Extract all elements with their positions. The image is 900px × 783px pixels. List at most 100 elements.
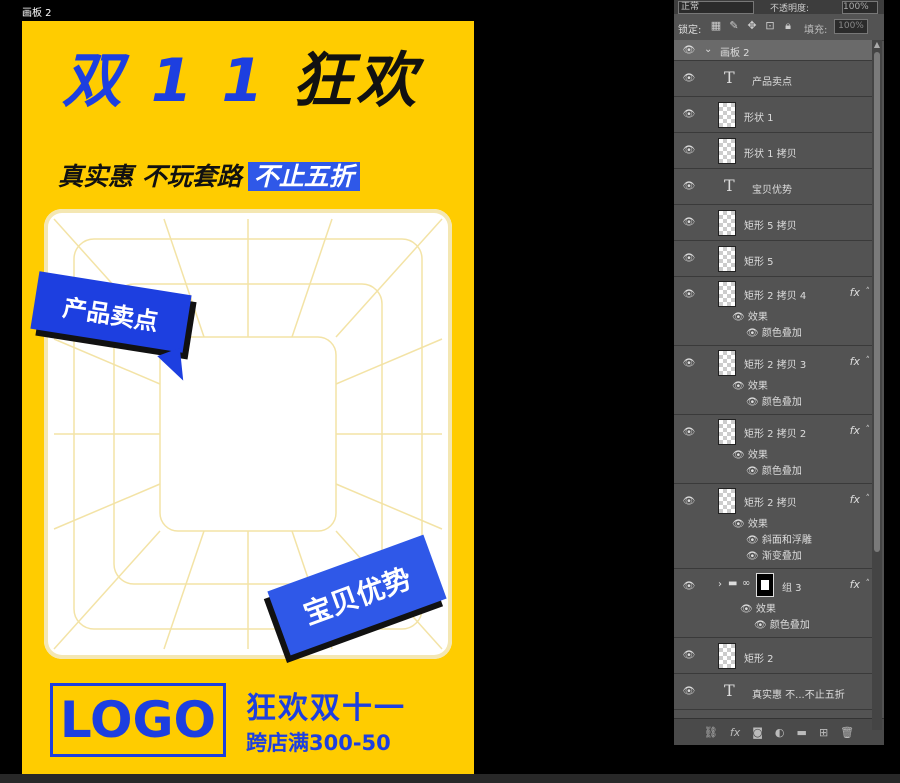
effect-eye-icon[interactable]: 👁︎ xyxy=(732,450,745,461)
layer-row-shape-fx[interactable]: 👁︎ 矩形 2 拷贝 2 fx ˄ 👁︎ 效果 👁︎ 颜色叠加 xyxy=(674,415,872,484)
effect-item[interactable]: 👁︎ 斜面和浮雕 xyxy=(746,531,812,546)
effects-label: 👁︎ 效果 xyxy=(732,519,768,530)
layers-panel: 正常 不透明度: 100% 锁定: ▦ ✎ ✥ ⊡ 🔒︎ 填充: 100% 👁︎… xyxy=(674,0,884,745)
layers-scrollbar-thumb[interactable] xyxy=(874,52,880,552)
layer-name: 产品卖点 xyxy=(752,77,792,88)
layer-name: 组 3 xyxy=(782,583,802,594)
layer-row-text[interactable]: 👁︎ T 宝贝优势 xyxy=(674,169,872,205)
effect-eye-icon[interactable]: 👁︎ xyxy=(754,620,767,631)
effect-item[interactable]: 👁︎ 渐变叠加 xyxy=(746,547,802,562)
visibility-eye-icon[interactable]: 👁︎ xyxy=(682,181,696,192)
layer-row-shape[interactable]: 👁︎ 形状 1 xyxy=(674,97,872,133)
collapse-caret-icon[interactable]: ˄ xyxy=(866,579,871,589)
subline-highlight: 不止五折 xyxy=(247,162,360,191)
layer-row-shape[interactable]: 👁︎ 矩形 5 xyxy=(674,241,872,277)
effect-eye-icon[interactable]: 👁︎ xyxy=(732,312,745,323)
visibility-eye-icon[interactable]: 👁︎ xyxy=(682,109,696,120)
layer-row-shape-fx[interactable]: 👁︎ 矩形 2 拷贝 fx ˄ 👁︎ 效果 👁︎ 斜面和浮雕 👁︎ 渐变叠加 xyxy=(674,484,872,569)
visibility-eye-icon[interactable]: 👁︎ xyxy=(682,217,696,228)
layer-row-artboard[interactable]: 👁︎ ⌄ 画板 2 xyxy=(674,40,872,61)
adjustment-icon[interactable]: ◐ xyxy=(775,726,785,739)
expand-chevron-icon[interactable]: ⌄ xyxy=(704,44,712,55)
subline: 真实惠 不玩套路 不止五折 xyxy=(58,157,360,193)
layer-thumbnail xyxy=(718,246,736,272)
lock-artboard-icon[interactable]: ⊡ xyxy=(764,20,776,32)
effect-eye-icon[interactable]: 👁︎ xyxy=(746,551,759,562)
headline: 双 1 1 狂欢 xyxy=(62,51,420,111)
effect-eye-icon[interactable]: 👁︎ xyxy=(732,381,745,392)
visibility-eye-icon[interactable]: 👁︎ xyxy=(682,358,696,369)
opacity-input[interactable]: 100% xyxy=(842,1,878,14)
visibility-eye-icon[interactable]: 👁︎ xyxy=(682,253,696,264)
collapse-caret-icon[interactable]: ˄ xyxy=(866,425,871,435)
lock-row: 锁定: ▦ ✎ ✥ ⊡ 🔒︎ 填充: 100% xyxy=(674,14,884,41)
visibility-eye-icon[interactable]: 👁︎ xyxy=(682,581,696,592)
layer-list: 👁︎ ⌄ 画板 2 👁︎ T 产品卖点 👁︎ 形状 1 👁︎ 形状 1 拷贝 👁… xyxy=(674,40,872,710)
scroll-up-icon[interactable]: ▲ xyxy=(872,40,882,50)
layer-name: 矩形 5 拷贝 xyxy=(744,221,797,232)
folder-icon: ▬ xyxy=(728,578,738,589)
effects-label: 👁︎ 效果 xyxy=(740,604,776,615)
layer-thumbnail xyxy=(718,102,736,128)
collapse-caret-icon[interactable]: ˄ xyxy=(866,356,871,366)
visibility-eye-icon[interactable]: 👁︎ xyxy=(682,496,696,507)
fx-icon[interactable]: fx xyxy=(850,493,860,506)
artboard-canvas[interactable]: 双 1 1 狂欢 真实惠 不玩套路 不止五折 产品卖点 宝贝优势 LOGO 狂欢… xyxy=(22,21,474,781)
layer-row-text[interactable]: 👁︎ T 产品卖点 xyxy=(674,61,872,97)
lock-move-icon[interactable]: ✥ xyxy=(746,20,758,32)
collapse-caret-icon[interactable]: ˄ xyxy=(866,287,871,297)
layer-row-shape[interactable]: 👁︎ 形状 1 拷贝 xyxy=(674,133,872,169)
collapse-caret-icon[interactable]: ˄ xyxy=(866,494,871,504)
visibility-eye-icon[interactable]: 👁︎ xyxy=(682,427,696,438)
visibility-eye-icon[interactable]: 👁︎ xyxy=(682,45,696,56)
lock-transparent-icon[interactable]: ▦ xyxy=(710,20,722,32)
effect-eye-icon[interactable]: 👁︎ xyxy=(746,328,759,339)
link-icon[interactable]: ⛓︎ xyxy=(704,726,718,739)
mask-icon[interactable]: ◙ xyxy=(752,726,763,739)
effect-eye-icon[interactable]: 👁︎ xyxy=(746,535,759,546)
layer-name: 矩形 2 拷贝 xyxy=(744,498,797,509)
effect-item[interactable]: 👁︎ 颜色叠加 xyxy=(746,462,802,477)
effect-item[interactable]: 👁︎ 颜色叠加 xyxy=(754,616,810,631)
expand-chevron-icon[interactable]: › xyxy=(718,579,722,590)
layer-row-shape-fx[interactable]: 👁︎ 矩形 2 拷贝 3 fx ˄ 👁︎ 效果 👁︎ 颜色叠加 xyxy=(674,346,872,415)
layer-thumbnail xyxy=(718,138,736,164)
effect-item[interactable]: 👁︎ 颜色叠加 xyxy=(746,393,802,408)
layer-row-shape[interactable]: 👁︎ 矩形 2 xyxy=(674,638,872,674)
layer-thumbnail xyxy=(718,350,736,376)
visibility-eye-icon[interactable]: 👁︎ xyxy=(682,289,696,300)
artboard-title[interactable]: 画板 2 xyxy=(22,4,52,19)
folder-icon[interactable]: ▬ xyxy=(797,726,807,739)
layer-row-shape[interactable]: 👁︎ 矩形 5 拷贝 xyxy=(674,205,872,241)
effect-eye-icon[interactable]: 👁︎ xyxy=(732,519,745,530)
fx-icon[interactable]: fx xyxy=(850,424,860,437)
visibility-eye-icon[interactable]: 👁︎ xyxy=(682,73,696,84)
blend-mode-select[interactable]: 正常 xyxy=(678,1,754,14)
new-layer-icon[interactable]: ⊞ xyxy=(819,726,828,739)
fx-icon[interactable]: fx xyxy=(850,286,860,299)
layer-thumbnail xyxy=(718,419,736,445)
layer-row-group[interactable]: 👁︎ › ▬ ∞ 组 3 fx ˄ 👁︎ 效果 👁︎ 颜色叠加 xyxy=(674,569,872,638)
layer-row-shape-fx[interactable]: 👁︎ 矩形 2 拷贝 4 fx ˄ 👁︎ 效果 👁︎ 颜色叠加 xyxy=(674,277,872,346)
effect-item[interactable]: 👁︎ 颜色叠加 xyxy=(746,324,802,339)
mask-shape xyxy=(761,580,769,590)
layer-row-text[interactable]: 👁︎ T 真实惠 不...不止五折 xyxy=(674,674,872,710)
fx-icon[interactable]: fx xyxy=(850,355,860,368)
effect-eye-icon[interactable]: 👁︎ xyxy=(740,604,753,615)
effect-eye-icon[interactable]: 👁︎ xyxy=(746,466,759,477)
visibility-eye-icon[interactable]: 👁︎ xyxy=(682,650,696,661)
lock-paint-icon[interactable]: ✎ xyxy=(728,20,740,32)
fx-icon[interactable]: fx xyxy=(730,726,740,739)
layer-thumbnail xyxy=(718,488,736,514)
fill-input[interactable]: 100% xyxy=(834,19,868,34)
effect-eye-icon[interactable]: 👁︎ xyxy=(746,397,759,408)
visibility-eye-icon[interactable]: 👁︎ xyxy=(682,145,696,156)
trash-icon[interactable]: 🗑︎ xyxy=(840,726,854,739)
layer-thumbnail xyxy=(718,643,736,669)
effects-label: 👁︎ 效果 xyxy=(732,312,768,323)
visibility-eye-icon[interactable]: 👁︎ xyxy=(682,686,696,697)
fx-icon[interactable]: fx xyxy=(850,578,860,591)
lock-label: 锁定: xyxy=(678,25,702,36)
effects-label: 👁︎ 效果 xyxy=(732,381,768,392)
lock-all-icon[interactable]: 🔒︎ xyxy=(782,20,794,32)
